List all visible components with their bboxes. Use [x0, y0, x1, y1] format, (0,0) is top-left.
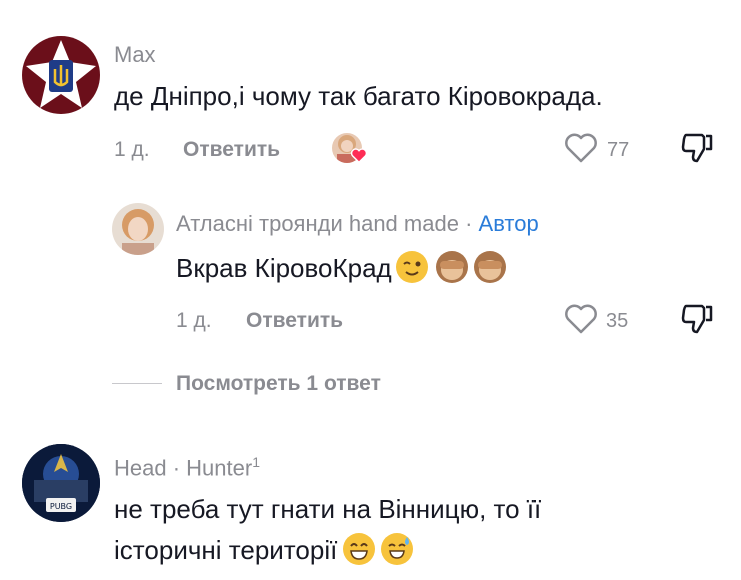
comment-username-line: Head · Hunter1: [114, 454, 260, 481]
like-button[interactable]: [564, 133, 598, 168]
like-count: 77: [607, 139, 630, 161]
author-badge: Автор: [478, 211, 539, 236]
comment-username-secondary[interactable]: Hunter: [186, 455, 252, 480]
avatar-max[interactable]: [22, 36, 100, 114]
thumbs-down-icon: [681, 133, 713, 163]
reply-button[interactable]: Ответить: [183, 138, 280, 162]
comment-age: 1 д.: [176, 309, 212, 332]
separator-dot: ·: [465, 211, 473, 236]
comment-text: історичні території: [114, 535, 338, 565]
avatar-head-hunter[interactable]: PUBG: [22, 444, 100, 522]
see-no-evil-monkey-emoji: [473, 251, 506, 283]
comment-username-line: Атласні троянди hand made · Автор: [176, 211, 539, 237]
comment-age: 1 д.: [114, 138, 150, 161]
see-no-evil-monkey-emoji: [435, 251, 468, 283]
comment-text: Вкрав КіровоКрад: [176, 253, 392, 283]
comment-text: де Дніпро,і чому так багато Кіровокрада.: [114, 81, 603, 111]
creator-liked-avatar: [330, 131, 370, 167]
heart-badge-icon: [350, 148, 368, 163]
avatar-author[interactable]: [112, 203, 164, 255]
dislike-button[interactable]: [680, 302, 716, 341]
comment-text-line: Вкрав КіровоКрад: [176, 250, 506, 286]
view-replies-button[interactable]: Посмотреть 1 ответ: [176, 372, 381, 396]
comment-username[interactable]: Атласні троянди hand made: [176, 211, 459, 236]
heart-outline-icon: [565, 304, 597, 334]
grinning-face-emoji: [343, 533, 376, 565]
comment-username[interactable]: Max: [114, 42, 156, 68]
comment-text-line: історичні території: [114, 532, 414, 568]
comment-username[interactable]: Head: [114, 455, 167, 480]
comment-text: не треба тут гнати на Вінницю, то її: [114, 494, 542, 524]
pubg-badge-text: PUBG: [50, 502, 72, 511]
thumbs-down-icon: [681, 304, 713, 334]
reply-button[interactable]: Ответить: [246, 309, 343, 333]
grinning-sweat-emoji: [381, 533, 414, 565]
dislike-button[interactable]: [680, 131, 716, 170]
winking-face-emoji: [395, 251, 428, 283]
like-count: 35: [606, 310, 629, 332]
replies-divider: [112, 383, 162, 384]
heart-outline-icon: [565, 133, 597, 163]
like-button[interactable]: [564, 304, 598, 339]
username-superscript: 1: [252, 454, 261, 470]
separator-dot: ·: [172, 455, 181, 481]
